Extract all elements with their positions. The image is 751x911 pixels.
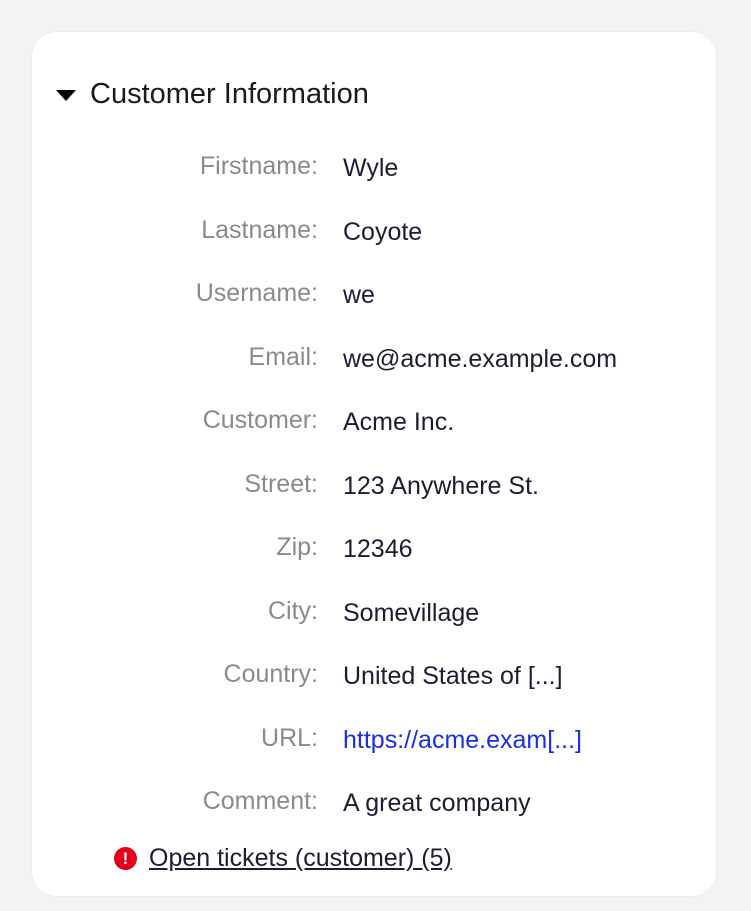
caret-down-icon[interactable]	[56, 90, 76, 101]
field-label: URL:	[261, 723, 318, 752]
field-value: Wyle	[343, 154, 399, 182]
panel-header-toggle[interactable]: Customer Information	[56, 78, 369, 111]
field-row-username: Username: we	[32, 275, 716, 339]
field-row-city: City: Somevillage	[32, 593, 716, 657]
open-tickets-link[interactable]: Open tickets (customer) (5)	[149, 844, 452, 873]
field-label: Zip:	[276, 533, 318, 561]
field-value: we@acme.example.com	[343, 344, 618, 373]
field-label: Firstname:	[199, 152, 318, 180]
field-row-firstname: Firstname: Wyle	[32, 148, 716, 212]
field-value: Coyote	[343, 217, 423, 246]
field-value: 12346	[343, 535, 413, 563]
panel-title: Customer Information	[90, 78, 369, 110]
field-value: United States of [...]	[343, 662, 563, 690]
field-row-country: Country: United States of [...]	[32, 656, 716, 720]
field-label: City:	[268, 596, 318, 625]
field-label: Comment:	[202, 787, 318, 815]
field-label: Country:	[223, 660, 318, 688]
field-value: we	[343, 281, 375, 309]
field-value: Somevillage	[343, 598, 480, 627]
field-label: Lastname:	[201, 215, 318, 244]
field-label: Street:	[244, 469, 318, 498]
field-row-email: Email: we@acme.example.com	[32, 339, 716, 403]
customer-information-panel: Customer Information Firstname: Wyle Las…	[32, 32, 716, 896]
field-row-comment: Comment: A great company	[32, 783, 716, 847]
field-row-zip: Zip: 12346	[32, 529, 716, 593]
warning-circle-icon: !	[114, 847, 137, 870]
customer-details-list: Firstname: Wyle Lastname: Coyote Usernam…	[32, 148, 716, 847]
field-label: Email:	[248, 342, 318, 371]
field-row-lastname: Lastname: Coyote	[32, 212, 716, 276]
field-row-url: URL: https://acme.exam[...]	[32, 720, 716, 784]
field-label: Username:	[195, 279, 318, 307]
open-tickets-row: ! Open tickets (customer) (5)	[114, 844, 452, 873]
url-link[interactable]: https://acme.exam[...]	[343, 726, 582, 755]
field-value: 123 Anywhere St.	[343, 471, 539, 500]
field-value: A great company	[343, 789, 531, 817]
field-row-customer: Customer: Acme Inc.	[32, 402, 716, 466]
field-row-street: Street: 123 Anywhere St.	[32, 466, 716, 530]
field-label: Customer:	[202, 406, 318, 434]
field-value: Acme Inc.	[343, 408, 455, 436]
